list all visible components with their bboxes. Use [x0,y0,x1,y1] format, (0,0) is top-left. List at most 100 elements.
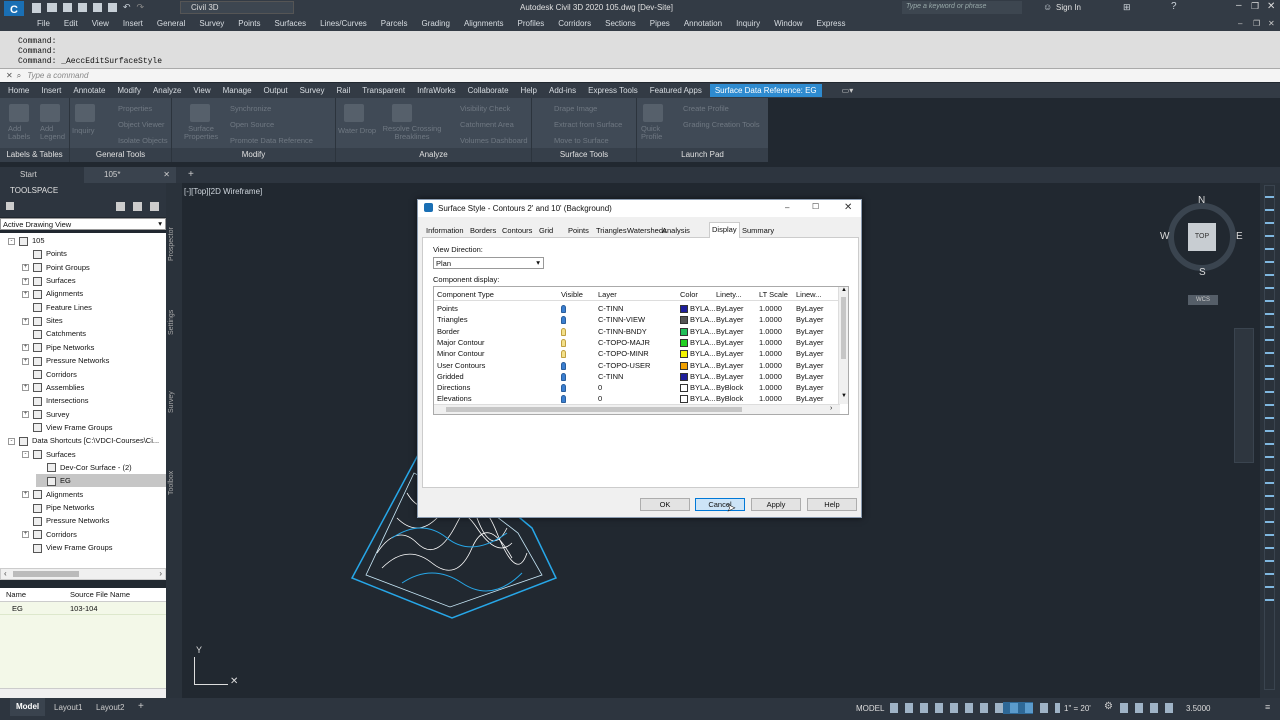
visible-on-icon[interactable] [561,372,566,381]
ribbon-tab-transparent[interactable]: Transparent [362,86,405,95]
scrollbar-thumb[interactable] [446,407,742,412]
column-header[interactable]: Color [680,290,698,299]
viewcube-top-face[interactable]: TOP [1188,223,1216,251]
promote-data-reference-button[interactable]: Promote Data Reference [230,136,313,145]
menu-view[interactable]: View [92,19,109,28]
model-space-button[interactable]: MODEL [856,704,884,713]
expand-icon[interactable]: + [22,357,29,365]
tree-item[interactable]: View Frame Groups [22,421,113,434]
isolate-objects-button[interactable]: Isolate Objects [118,136,168,145]
tree-item[interactable]: + Corridors [22,528,77,541]
color-cell[interactable]: BYLA... [680,361,715,370]
table-row[interactable]: Minor Contour C-TOPO-MINR BYLA... ByLayer 1.… [434,349,840,360]
tree-scrollbar[interactable]: ‹ › [0,568,166,580]
tree-item[interactable]: + Alignments [22,488,83,501]
tree-item[interactable]: + Point Groups [22,261,90,274]
scroll-left-icon[interactable]: ‹ [4,569,7,578]
scrollbar-thumb[interactable] [13,571,79,577]
command-line[interactable]: ✕ ⌕ Type a command [0,68,1280,82]
add-labels-icon[interactable] [9,104,29,122]
tree-item[interactable]: Feature Lines [22,301,92,314]
ribbon-tab-modify[interactable]: Modify [117,86,141,95]
menu-corridors[interactable]: Corridors [558,19,591,28]
quick-profile-button[interactable]: Quick Profile [641,125,665,141]
inquiry-icon[interactable] [75,104,95,122]
toolspace-menu-icon[interactable] [6,202,14,210]
side-tab-toolbox[interactable]: Toolbox [168,471,175,495]
visible-off-icon[interactable] [561,350,566,359]
customize-icon[interactable]: ≡ [1265,702,1270,712]
tree-item[interactable]: Dev-Cor Surface - (2) [36,461,132,474]
tab-document[interactable]: 105* ✕ [84,167,176,183]
color-cell[interactable]: BYLA... [680,383,715,393]
tab-analysis[interactable]: Analysis [660,224,692,237]
save-as-icon[interactable] [78,3,87,12]
object-viewer-button[interactable]: Object Viewer [118,120,165,129]
tab-points[interactable]: Points [566,224,591,237]
table-row[interactable]: Major Contour C-TOPO-MAJR BYLA... ByLayer 1.… [434,338,840,349]
tree-item[interactable]: Corridors [22,368,77,381]
ribbon-tab-home[interactable]: Home [8,86,29,95]
cart-icon[interactable]: ⊞ [1123,2,1131,13]
scroll-right-icon[interactable]: › [830,405,832,412]
toolspace-view-icon[interactable] [116,202,125,211]
tab-summary[interactable]: Summary [740,224,776,237]
tree-item[interactable]: Pipe Networks [22,501,94,514]
tree-item[interactable]: + Alignments [22,287,83,300]
layout-tab-layout2[interactable]: Layout2 [96,703,124,712]
menu-insert[interactable]: Insert [123,19,143,28]
layout-tab-model[interactable]: Model [10,698,46,716]
expand-icon[interactable]: + [22,264,29,272]
ribbon-tab-express-tools[interactable]: Express Tools [588,86,638,95]
ribbon-minimize-icon[interactable]: ▭▾ [842,86,854,95]
ribbon-tab-collaborate[interactable]: Collaborate [468,86,509,95]
menu-survey[interactable]: Survey [199,19,224,28]
sign-in-link[interactable]: Sign In [1056,3,1081,12]
doc-minimize-icon[interactable]: – [1238,19,1242,28]
color-cell[interactable]: BYLA... [680,327,715,336]
side-tab-prospector[interactable]: Prospector [168,227,175,261]
tab-information[interactable]: Information [424,224,466,237]
close-icon[interactable]: ✕ [1267,1,1275,12]
tree-item[interactable]: Points [22,247,67,260]
layout-tab-layout1[interactable]: Layout1 [54,703,82,712]
tab-borders[interactable]: Borders [468,224,498,237]
user-icon[interactable]: ☺ [1043,2,1052,12]
tree-item[interactable]: Intersections [22,394,89,407]
column-header[interactable]: Component Type [437,290,494,299]
expand-icon[interactable]: + [22,384,29,392]
table-row[interactable]: Directions 0 BYLA... ByBlock 1.0000 ByLayer [434,383,840,394]
osnap-toggle[interactable] [1003,702,1033,714]
ribbon-tab-help[interactable]: Help [521,86,537,95]
ribbon-tab-featured-apps[interactable]: Featured Apps [650,86,702,95]
ribbon-tab-annotate[interactable]: Annotate [73,86,105,95]
color-cell[interactable]: BYLA... [680,338,715,347]
table-row[interactable]: Border C-TINN-BNDY BYLA... ByLayer 1.0000 ByL… [434,327,840,338]
active-drawing-view-dropdown[interactable]: Active Drawing View ▾ [0,218,166,230]
new-tab-icon[interactable]: + [188,169,194,180]
color-cell[interactable]: BYLA... [680,304,715,314]
menu-annotation[interactable]: Annotation [684,19,722,28]
tree-item[interactable]: + Assemblies [22,381,84,394]
open-source-button[interactable]: Open Source [230,120,274,129]
collapse-icon[interactable]: - [8,437,15,445]
gear-icon[interactable]: ⚙ [1104,701,1113,712]
scrollbar-thumb[interactable] [841,297,846,359]
tree-item[interactable]: + Surfaces [22,274,76,287]
menu-window[interactable]: Window [774,19,802,28]
ok-button[interactable]: OK [640,498,690,511]
collapse-icon[interactable]: - [22,451,29,459]
compass-west[interactable]: W [1160,231,1169,242]
quick-profile-icon[interactable] [643,104,663,122]
inquiry-button[interactable]: Inquiry [72,126,95,135]
precision-value[interactable]: 3.5000 [1186,704,1210,713]
new-icon[interactable] [32,2,41,13]
dialog-title-bar[interactable]: Surface Style - Contours 2' and 10' (Bac… [418,200,861,217]
tree-item[interactable]: EG [36,474,166,488]
color-cell[interactable]: BYLA... [680,349,715,359]
expand-icon[interactable]: + [22,290,29,298]
ribbon-tab-output[interactable]: Output [264,86,288,95]
expand-icon[interactable]: + [22,531,29,539]
menu-surfaces[interactable]: Surfaces [275,19,307,28]
visibility-check-button[interactable]: Visibility Check [460,104,510,113]
